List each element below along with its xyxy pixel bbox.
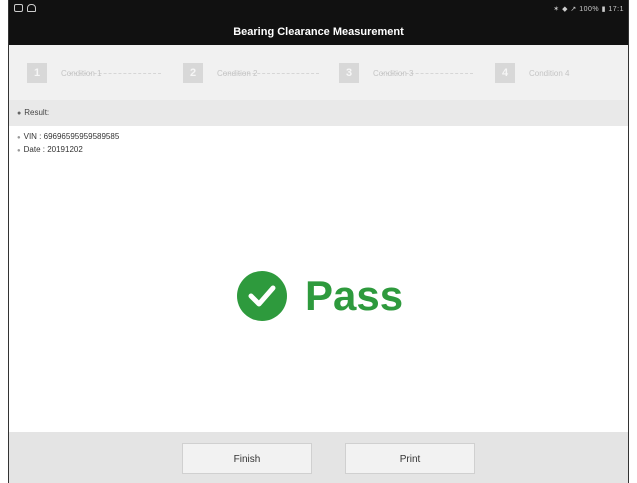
step-label: Condition 3 (373, 68, 414, 78)
action-bar: Finish Print (9, 432, 628, 483)
step-2: 2 Condition 2 (183, 62, 257, 84)
status-icons-left (14, 4, 36, 12)
bullet-icon: ● (17, 110, 22, 117)
checkmark-icon (248, 285, 276, 307)
step-number: 3 (339, 63, 359, 83)
android-icon (27, 4, 36, 12)
system-status-bar: ✶ ◆ ↗ 100% ▮ 17:1 (9, 0, 628, 19)
result-header: ● Result: (9, 100, 628, 126)
vin-row: ● VIN : 69696595959589585 (17, 131, 119, 144)
check-circle-icon (237, 271, 287, 321)
step-label: Condition 1 (61, 68, 102, 78)
date-row: ● Date : 20191202 (17, 144, 119, 157)
step-3: 3 Condition 3 (339, 62, 413, 84)
print-button[interactable]: Print (345, 443, 475, 474)
pass-status: Pass (237, 271, 403, 321)
result-details: ● VIN : 69696595959589585 ● Date : 2019120… (17, 131, 119, 157)
pass-label: Pass (305, 272, 404, 319)
step-number: 2 (183, 63, 203, 83)
app-window: ✶ ◆ ↗ 100% ▮ 17:1 Bearing Clearance Meas… (8, 0, 629, 483)
step-1: 1 Condition 1 (27, 62, 101, 84)
step-number: 1 (27, 63, 47, 83)
bullet-icon: ● (17, 135, 21, 141)
step-number: 4 (495, 63, 515, 83)
step-label: Condition 2 (217, 68, 258, 78)
vin-text: VIN : 69696595959589585 (23, 132, 120, 141)
bullet-icon: ● (17, 148, 21, 154)
gallery-icon (14, 4, 23, 12)
step-progress-bar: 1 Condition 1 2 Condition 2 3 Condition … (9, 45, 628, 100)
page-title: Bearing Clearance Measurement (9, 19, 628, 45)
date-text: Date : 20191202 (23, 145, 83, 154)
step-4: 4 Condition 4 (495, 62, 569, 84)
status-indicators: ✶ ◆ ↗ 100% ▮ 17:1 (553, 6, 624, 13)
finish-button[interactable]: Finish (182, 443, 312, 474)
result-label: Result: (24, 108, 50, 117)
step-label: Condition 4 (529, 68, 570, 78)
